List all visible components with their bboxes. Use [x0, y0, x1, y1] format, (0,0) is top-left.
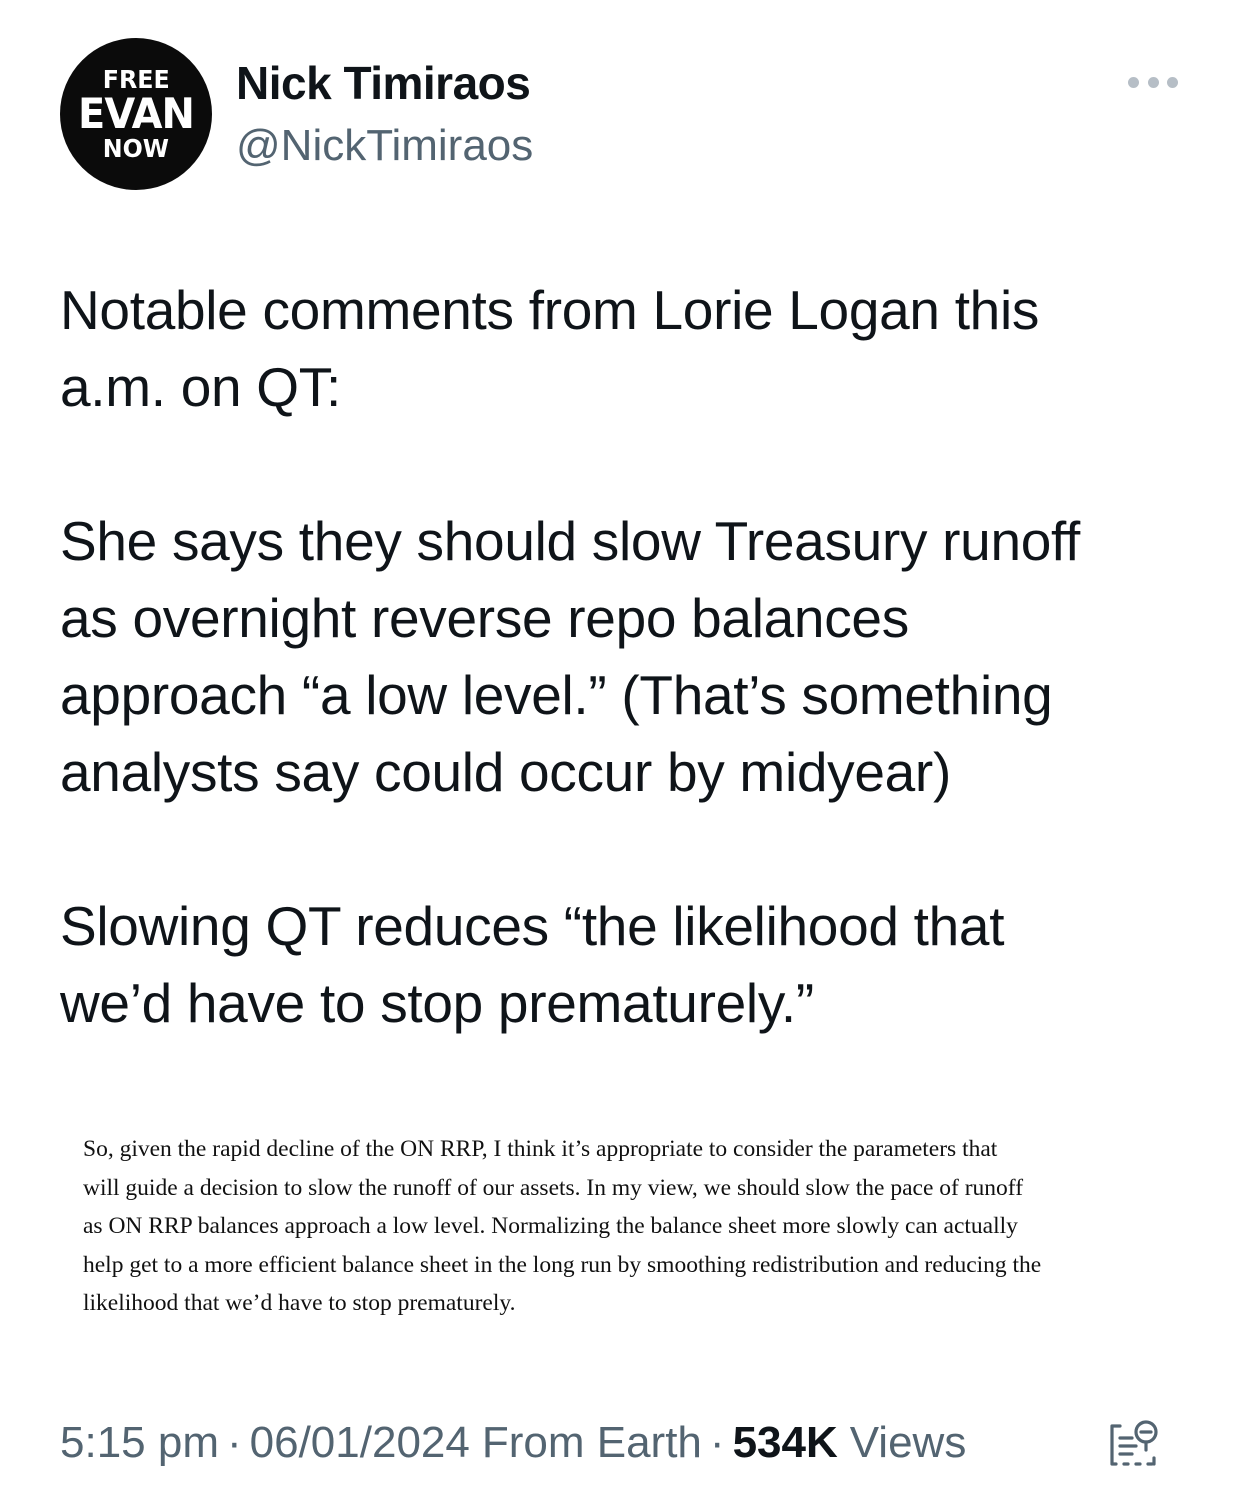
tweet-meta: 5:15 pm · 06/01/2024 From Earth · 534K V… — [60, 1418, 966, 1468]
views-label: Views — [849, 1418, 967, 1467]
more-dot — [1147, 76, 1159, 88]
tweet-date[interactable]: 06/01/2024 — [250, 1418, 470, 1468]
attached-image[interactable]: So, given the rapid decline of the ON RR… — [60, 1110, 1182, 1330]
tweet-line: Slowing QT reduces “the likelihood that — [60, 895, 1005, 957]
more-options-icon[interactable] — [1128, 68, 1178, 96]
views-count: 534K — [732, 1418, 838, 1467]
tweet-location: From Earth — [481, 1418, 702, 1467]
image-text-line: as ON RRP balances approach a low level.… — [83, 1213, 1018, 1239]
more-dot — [1128, 76, 1139, 88]
tweet-line: Notable comments from Lorie Logan this — [60, 279, 1040, 341]
tweet-time[interactable]: 5:15 pm — [60, 1418, 219, 1468]
tweet-line: we’d have to stop prematurely.” — [60, 972, 814, 1034]
tweet-line: analysts say could occur by midyear) — [60, 741, 951, 803]
meta-separator: · — [226, 1418, 242, 1467]
tweet-line: as overnight reverse repo balances — [60, 587, 909, 649]
image-text-line: So, given the rapid decline of the ON RR… — [83, 1136, 998, 1162]
more-dot — [1167, 76, 1178, 88]
meta-separator: · — [709, 1418, 725, 1467]
author-display-name[interactable]: Nick Timiraos — [236, 56, 531, 110]
image-text-line: help get to a more efficient balance she… — [83, 1251, 1042, 1278]
attached-image-text: So, given the rapid decline of the ON RR… — [83, 1130, 1041, 1323]
avatar[interactable]: FREE EVAN NOW — [60, 38, 212, 190]
tweet-line: approach “a low level.” (That’s somethin… — [60, 664, 1053, 726]
avatar-text-line-3: NOW — [102, 134, 170, 163]
author-handle[interactable]: @NickTimiraos — [236, 121, 533, 171]
tweet-text: Notable comments from Lorie Logan this a… — [60, 272, 1190, 1042]
tweet-line: a.m. on QT: — [60, 356, 341, 418]
image-text-line: likelihood that we’d have to stop premat… — [83, 1290, 516, 1316]
analytics-icon[interactable] — [1108, 1418, 1162, 1472]
image-text-line: will guide a decision to slow the runoff… — [83, 1174, 1024, 1201]
avatar-text-line-2: EVAN — [78, 89, 195, 138]
tweet-line: She says they should slow Treasury runof… — [60, 510, 1080, 572]
